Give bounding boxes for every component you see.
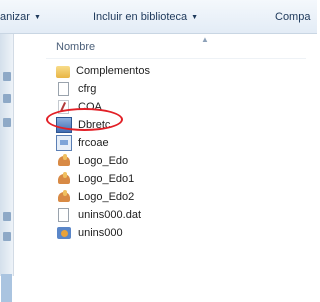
organize-label: anizar (0, 11, 30, 23)
nav-item-icon[interactable] (3, 118, 11, 127)
highlight-circle (46, 108, 123, 131)
organize-menu-button[interactable]: anizar ▼ (0, 10, 41, 24)
navigation-pane[interactable] (0, 34, 14, 302)
share-label: Compa (275, 11, 311, 23)
file-row-unins000-dat[interactable]: unins000.dat (56, 206, 296, 224)
file-name: Logo_Edo1 (78, 173, 135, 185)
include-in-library-label: Incluir en biblioteca (93, 11, 188, 23)
file-name: unins000 (78, 227, 123, 239)
image-icon (56, 171, 72, 187)
nav-item-icon[interactable] (3, 232, 11, 241)
name-column-header[interactable]: Nombre (56, 39, 95, 55)
nav-item-icon[interactable] (3, 94, 11, 103)
file-name: Logo_Edo2 (78, 191, 135, 203)
folder-icon (56, 66, 70, 78)
command-toolbar: anizar ▼ Incluir en biblioteca ▼ Compa (0, 0, 317, 34)
file-name: Logo_Edo (78, 155, 129, 167)
share-button[interactable]: Compa (275, 10, 310, 24)
sort-indicator-icon: ▲ (201, 35, 209, 44)
chevron-down-icon: ▼ (191, 14, 199, 21)
image-icon (56, 153, 72, 169)
file-name: cfrg (78, 83, 97, 95)
file-row-unins000[interactable]: unins000 (56, 224, 296, 242)
file-name: unins000.dat (78, 209, 141, 221)
file-name: Complementos (76, 65, 150, 77)
file-row-logo-edo2[interactable]: Logo_Edo2 (56, 188, 296, 206)
chevron-down-icon: ▼ (33, 14, 41, 21)
header-divider (46, 58, 306, 59)
nav-selected-item[interactable] (1, 274, 12, 302)
setup-icon (56, 225, 72, 241)
file-icon (58, 82, 69, 96)
form-icon (56, 135, 72, 151)
nav-item-icon[interactable] (3, 212, 11, 221)
file-row-frcoae[interactable]: frcoae (56, 134, 296, 152)
nav-item-icon[interactable] (3, 72, 11, 81)
file-icon (58, 208, 69, 222)
include-in-library-button[interactable]: Incluir en biblioteca ▼ (93, 10, 198, 24)
image-icon (56, 189, 72, 205)
file-row-logo-edo[interactable]: Logo_Edo (56, 152, 296, 170)
file-name: frcoae (78, 137, 109, 149)
file-row-logo-edo1[interactable]: Logo_Edo1 (56, 170, 296, 188)
file-row-complementos[interactable]: Complementos (56, 62, 296, 80)
file-row-cfrg[interactable]: cfrg (56, 80, 296, 98)
